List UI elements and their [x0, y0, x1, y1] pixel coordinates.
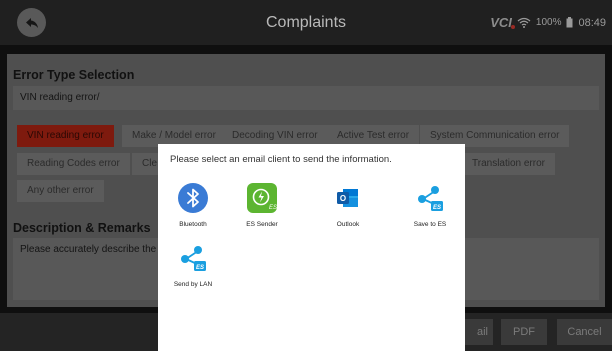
app-label-bluetooth: Bluetooth [179, 221, 207, 228]
es-sender-icon: ES [246, 182, 278, 214]
app-label-outlook: Outlook [336, 221, 360, 228]
share-lan-icon: ES [177, 242, 209, 274]
svg-text:ES: ES [196, 265, 204, 271]
cancel-button[interactable]: Cancel [557, 319, 612, 345]
status-area: VCI 100% 08:49 [490, 0, 606, 45]
battery-icon [566, 17, 573, 28]
description-title: Description & Remarks [13, 221, 151, 235]
app-outlook[interactable]: O Outlook [315, 182, 381, 228]
app-label-save-to-es: Save to ES [413, 221, 447, 228]
email-client-dialog: Please select an email client to send th… [158, 144, 465, 351]
chip-any-other-error[interactable]: Any other error [17, 180, 104, 202]
app-save-to-es[interactable]: ES Save to ES [397, 182, 463, 228]
pdf-button[interactable]: PDF [501, 319, 547, 345]
svg-text:ES: ES [269, 205, 277, 211]
clock-time: 08:49 [578, 16, 606, 29]
chip-vin-reading-error[interactable]: VIN reading error [17, 125, 114, 147]
svg-text:O: O [340, 194, 346, 203]
app-bluetooth[interactable]: Bluetooth [160, 182, 226, 228]
share-es-icon: ES [414, 182, 446, 214]
bluetooth-icon [177, 182, 209, 214]
top-header: Complaints VCI 100% 08:49 [0, 0, 612, 45]
app-label-es-sender: ES Sender [246, 221, 278, 228]
svg-text:ES: ES [433, 205, 441, 211]
app-label-send-by-lan: Send by LAN [173, 281, 213, 288]
chip-reading-codes-error[interactable]: Reading Codes error [17, 153, 130, 175]
chip-translation-error[interactable]: Translation error [462, 153, 555, 175]
app-es-sender[interactable]: ES ES Sender [229, 182, 295, 228]
wifi-icon [517, 17, 531, 28]
battery-percent: 100% [535, 17, 562, 28]
app-send-by-lan[interactable]: ES Send by LAN [160, 242, 226, 288]
outlook-icon: O [332, 182, 364, 214]
dialog-message: Please select an email client to send th… [170, 154, 392, 165]
selected-error-field[interactable]: VIN reading error/ [13, 86, 599, 110]
vci-indicator: VCI [490, 15, 515, 30]
error-type-title: Error Type Selection [13, 68, 135, 82]
